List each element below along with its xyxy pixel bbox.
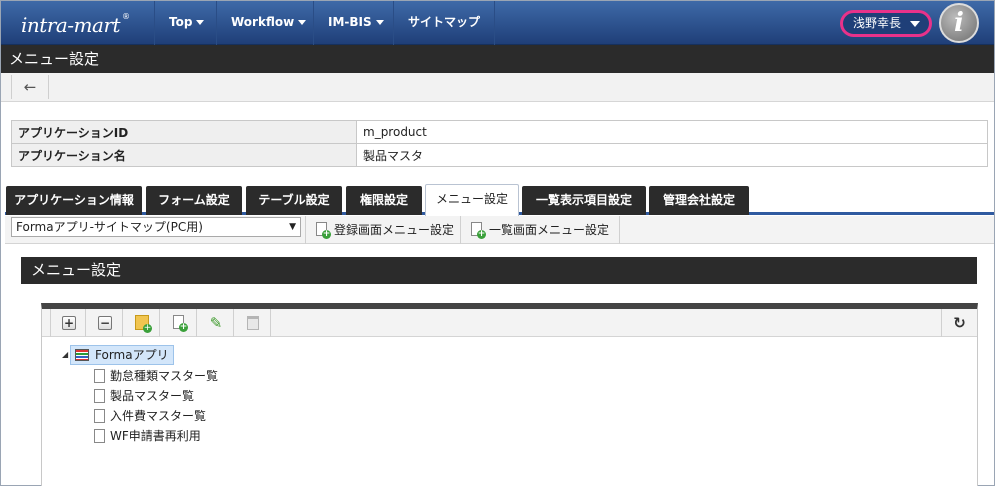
chevron-down-icon [196,20,205,25]
intra-mart-logo[interactable]: intra-mart ® [9,7,149,39]
register-menu-settings-button[interactable]: + 登録画面メニュー設定 [305,216,461,244]
app-name-label: アプリケーション名 [11,143,357,167]
page-title: メニュー設定 [1,45,994,73]
tree-node[interactable]: WF申請書再利用 [94,426,201,446]
collapse-all-button[interactable]: − [87,309,123,337]
app-grid-icon [75,349,89,361]
tab-list-display-settings[interactable]: 一覧表示項目設定 [522,186,646,215]
register-menu-settings-label: 登録画面メニュー設定 [334,223,455,237]
app-info-table: アプリケーションID m_product アプリケーション名 製品マスタ [11,120,988,167]
chevron-down-icon [910,21,920,27]
nav-sitemap[interactable]: サイトマップ [393,1,496,45]
back-arrow-icon[interactable]: ← [11,75,49,99]
app-name-value: 製品マスタ [356,143,988,167]
info-icon[interactable]: i [939,3,979,43]
add-document-icon: + [316,222,331,239]
section-title: メニュー設定 [21,257,977,284]
tree-node[interactable]: 勤怠種類マスター覧 [94,366,218,386]
expand-all-button[interactable]: + [50,309,86,337]
list-menu-settings-label: 一覧画面メニュー設定 [489,223,610,237]
nav-top-label: Top [169,15,193,29]
tree-node[interactable]: 製品マスター覧 [94,386,194,406]
sitemap-select-value: Formaアプリ-サイトマップ(PC用) [16,220,203,234]
page-icon [94,369,105,383]
nav-im-bis[interactable]: IM-BIS [313,1,398,45]
trash-icon [247,316,259,330]
delete-button[interactable] [235,309,271,337]
page-icon [94,389,105,403]
tab-permission-settings[interactable]: 権限設定 [346,186,422,215]
app-id-value: m_product [356,120,988,144]
nav-top[interactable]: Top [154,1,218,45]
page-icon [94,429,105,443]
menu-subtoolbar: Formaアプリ-サイトマップ(PC用) ▼ + 登録画面メニュー設定 + 一覧… [5,216,994,244]
plus-icon: + [62,316,76,330]
nav-workflow-label: Workflow [231,15,295,29]
chevron-down-icon [298,20,307,25]
back-toolbar: ← [1,73,994,102]
page-icon [94,409,105,423]
settings-tabs: アプリケーション情報 フォーム設定 テーブル設定 権限設定 メニュー設定 一覧表… [5,183,994,216]
add-page-button[interactable]: + [161,309,197,337]
chevron-down-icon [375,20,384,25]
menu-tree-panel: + − + + ✎ ↻ ◢ Formaアプリ 勤怠種類マスター覧 製品マスター覧… [41,303,978,486]
nav-sitemap-label: サイトマップ [408,15,481,29]
table-row: アプリケーション名 製品マスタ [11,143,988,167]
tab-table-settings[interactable]: テーブル設定 [246,186,342,215]
pencil-icon: ✎ [209,314,223,332]
top-navbar: intra-mart ® Top Workflow IM-BIS サイトマップ … [1,1,994,45]
tree-root-label[interactable]: Formaアプリ [70,345,174,365]
registered-mark: ® [122,12,130,21]
nav-im-bis-label: IM-BIS [328,15,372,29]
add-document-icon: + [173,315,188,332]
user-name: 浅野幸長 [853,16,902,30]
tab-menu-settings[interactable]: メニュー設定 [425,184,519,216]
minus-icon: − [98,316,112,330]
user-menu-button[interactable]: 浅野幸長 [840,10,932,37]
dropdown-arrow-icon: ▼ [289,222,296,232]
table-row: アプリケーションID m_product [11,120,988,144]
tab-form-settings[interactable]: フォーム設定 [146,186,242,215]
tree-toolbar: + − + + ✎ ↻ [42,309,977,337]
sitemap-select[interactable]: Formaアプリ-サイトマップ(PC用) ▼ [11,217,301,237]
logo-text: intra-mart [21,13,121,37]
tree-node-label: 製品マスター覧 [110,389,195,403]
expand-triangle-icon[interactable]: ◢ [62,345,68,365]
add-document-icon: + [471,222,486,239]
tree-node-label: 勤怠種類マスター覧 [110,369,219,383]
app-id-label: アプリケーションID [11,120,357,144]
add-folder-icon: + [135,315,152,333]
tree-node[interactable]: 入件費マスター覧 [94,406,206,426]
tab-app-info[interactable]: アプリケーション情報 [6,186,142,215]
add-folder-button[interactable]: + [124,309,160,337]
tab-company-settings[interactable]: 管理会社設定 [649,186,749,215]
edit-button[interactable]: ✎ [198,309,234,337]
tree-node-label: WF申請書再利用 [110,429,201,443]
tree-root-text: Formaアプリ [95,348,169,362]
nav-workflow[interactable]: Workflow [216,1,320,45]
refresh-icon[interactable]: ↻ [941,309,977,337]
list-menu-settings-button[interactable]: + 一覧画面メニュー設定 [461,216,620,244]
tree-node-label: 入件費マスター覧 [110,409,207,423]
